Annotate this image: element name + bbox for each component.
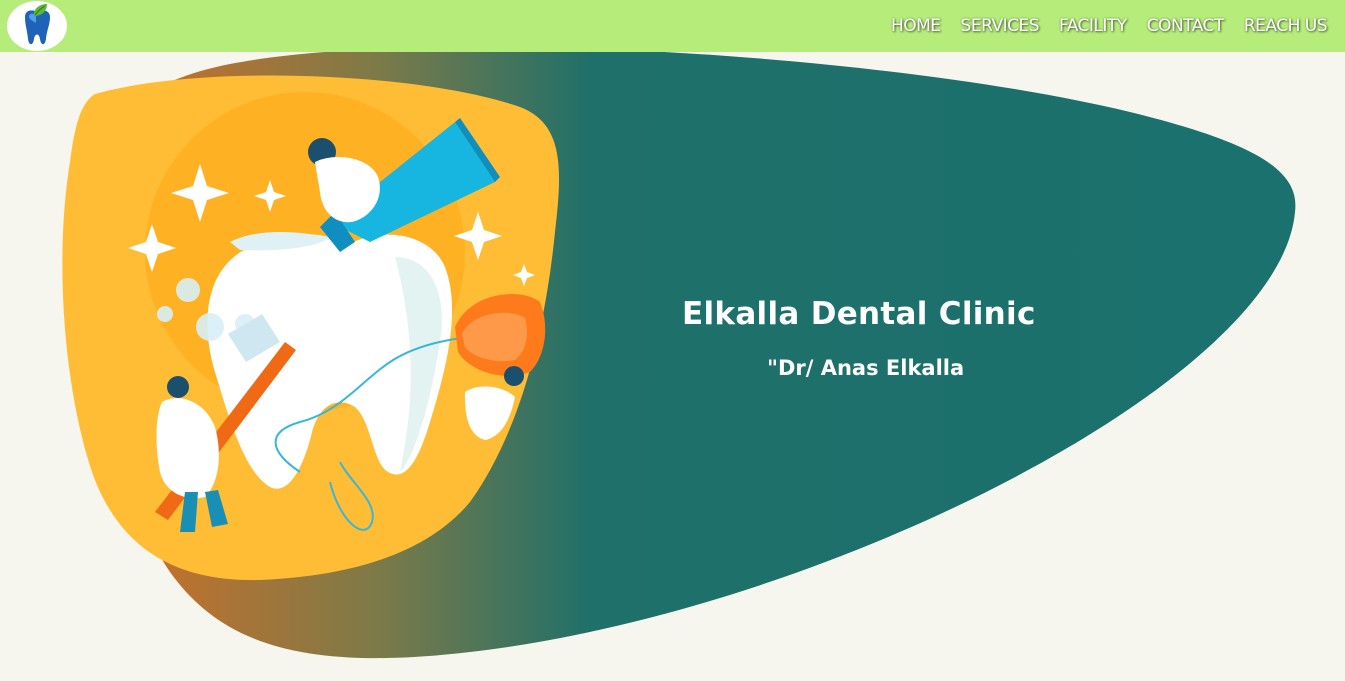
nav-link-facility[interactable]: FACILITY bbox=[1059, 16, 1127, 36]
doctor-name: "Dr/ Anas Elkalla bbox=[767, 356, 965, 380]
hero-blob-background bbox=[62, 52, 1296, 659]
nav-link-home[interactable]: HOME bbox=[891, 16, 941, 36]
tooth-leaf-logo-icon bbox=[25, 4, 50, 45]
nav-link-services[interactable]: SERVICES bbox=[961, 16, 1040, 36]
hero-section: Elkalla Dental Clinic "Dr/ Anas Elkalla bbox=[0, 52, 1345, 681]
nav-link-contact[interactable]: CONTACT bbox=[1147, 16, 1225, 36]
top-navbar: HOME SERVICES FACILITY CONTACT REACH US bbox=[0, 0, 1345, 52]
nav-link-reach-us[interactable]: REACH US bbox=[1244, 16, 1328, 36]
clinic-title: Elkalla Dental Clinic bbox=[682, 296, 1036, 332]
clinic-logo[interactable] bbox=[7, 1, 67, 51]
nav-menu: HOME SERVICES FACILITY CONTACT REACH US bbox=[891, 0, 1328, 52]
